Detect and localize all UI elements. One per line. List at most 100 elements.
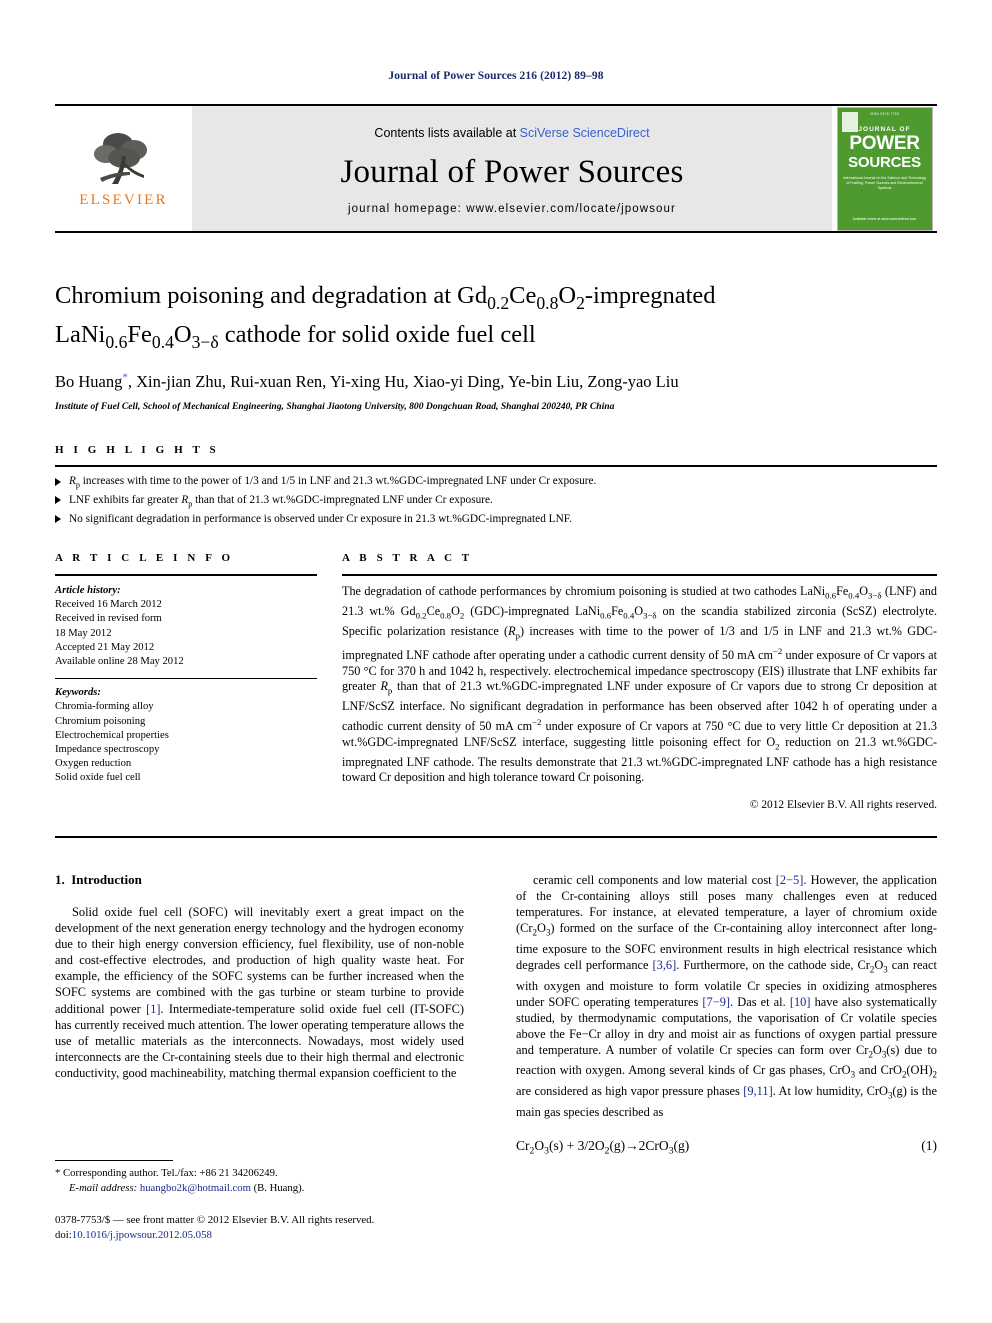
title-sub-4: 0.6 <box>105 331 128 352</box>
title-sub-6: 3−δ <box>191 331 219 352</box>
section-title: Introduction <box>71 872 142 887</box>
section-number: 1. <box>55 872 65 887</box>
keyword-item: Electrochemical properties <box>55 729 169 741</box>
keyword-item: Chromia-forming alloy <box>55 701 154 713</box>
sciencedirect-link[interactable]: SciVerse ScienceDirect <box>520 126 650 140</box>
title-line-2: LaNi0.6Fe0.4O3−δ cathode for solid oxide… <box>55 320 536 352</box>
abstract-section: A B S T R A C T The degradation of catho… <box>342 552 937 811</box>
title-seg-2: Ce <box>509 282 537 309</box>
paper-page: Journal of Power Sources 216 (2012) 89–9… <box>0 0 992 1323</box>
doi-line: doi:10.1016/j.jpowsour.2012.05.058 <box>55 1228 485 1243</box>
title-line-1: Chromium poisoning and degradation at Gd… <box>55 282 716 313</box>
title-sub-1: 0.2 <box>487 292 510 313</box>
keyword-item: Chromium poisoning <box>55 715 146 727</box>
email-link[interactable]: huangbo2k@hotmail.com <box>140 1182 251 1194</box>
doi-link[interactable]: 10.1016/j.jpowsour.2012.05.058 <box>72 1229 212 1241</box>
article-history-label: Article history: <box>55 585 121 596</box>
highlight-item: LNF exhibits far greater Rp than that of… <box>55 493 937 512</box>
doi-label: doi: <box>55 1228 72 1241</box>
title-seg-3: O <box>558 282 577 309</box>
contents-prefix: Contents lists available at <box>374 126 520 140</box>
abstract-bottom-divider <box>55 836 937 838</box>
keywords-divider <box>55 678 317 680</box>
body-left-column: 1. Introduction Solid oxide fuel cell (S… <box>55 872 464 1081</box>
article-history-item: Received in revised form <box>55 613 162 625</box>
elsevier-logo: ELSEVIER <box>55 106 192 231</box>
body-right-column: ceramic cell components and low material… <box>516 872 937 1156</box>
masthead-center: Contents lists available at SciVerse Sci… <box>192 106 832 231</box>
title-seg-4: -impregnated <box>584 282 716 309</box>
citation-link[interactable]: [2−5] <box>776 873 804 887</box>
article-history-item: Accepted 21 May 2012 <box>55 641 155 653</box>
corresponding-author-marker: * <box>122 371 128 384</box>
title-sub-3: 2 <box>576 292 585 313</box>
journal-masthead: ELSEVIER Contents lists available at Sci… <box>55 104 937 233</box>
article-history-item: 18 May 2012 <box>55 627 112 639</box>
citation-link[interactable]: [1] <box>146 1002 160 1016</box>
cover-sources-word: SOURCES <box>848 153 921 171</box>
keyword-item: Solid oxide fuel cell <box>55 772 141 784</box>
highlight-text: LNF exhibits far greater Rp than that of… <box>69 493 493 508</box>
contents-available-line: Contents lists available at SciVerse Sci… <box>374 126 649 140</box>
keywords-list: Chromia-forming alloy Chromium poisoning E… <box>55 700 317 785</box>
elsevier-tree-icon <box>87 128 160 190</box>
cover-journal-of: JOURNAL OF <box>858 125 911 133</box>
title-seg-1: Chromium poisoning and degradation at Gd <box>55 282 488 309</box>
intro-paragraph-right: ceramic cell components and low material… <box>516 873 938 1119</box>
article-title: Chromium poisoning and degradation at Gd… <box>55 280 937 358</box>
abstract-copyright: © 2012 Elsevier B.V. All rights reserved… <box>749 798 937 811</box>
title-seg-6: Fe <box>127 320 152 348</box>
article-info-section: A R T I C L E I N F O Article history: R… <box>55 552 317 786</box>
abstract-heading: A B S T R A C T <box>342 552 473 564</box>
citation-link[interactable]: [3,6] <box>653 958 677 972</box>
journal-cover-thumbnail: ISSN 0378-7753 JOURNAL OF POWER SOURCES … <box>832 106 937 231</box>
journal-homepage-line[interactable]: journal homepage: www.elsevier.com/locat… <box>348 203 676 215</box>
article-history-item: Available online 28 May 2012 <box>55 656 184 668</box>
author-names: Bo Huang*, Xin-jian Zhu, Rui-xuan Ren, Y… <box>55 371 679 392</box>
cover-power-word: POWER <box>849 132 920 154</box>
triangle-bullet-icon <box>55 515 61 523</box>
cover-footer: Available online at www.sciencedirect.co… <box>852 216 917 221</box>
highlight-text: No significant degradation in performanc… <box>69 512 572 525</box>
elsevier-wordmark: ELSEVIER <box>79 192 168 208</box>
citation-link[interactable]: [10] <box>790 995 811 1009</box>
journal-title: Journal of Power Sources <box>340 154 684 190</box>
highlight-item: Rp increases with time to the power of 1… <box>55 474 937 493</box>
title-seg-5: LaNi <box>55 320 106 348</box>
highlight-text: Rp increases with time to the power of 1… <box>69 475 597 490</box>
highlights-divider <box>55 465 937 467</box>
abstract-text: The degradation of cathode performances … <box>342 584 938 785</box>
article-info-divider <box>55 574 317 576</box>
affiliation: Institute of Fuel Cell, School of Mechan… <box>55 401 615 413</box>
cover-image: ISSN 0378-7753 JOURNAL OF POWER SOURCES … <box>836 106 933 231</box>
footnote-block: * Corresponding author. Tel./fax: +86 21… <box>55 1160 464 1195</box>
equation-number: (1) <box>921 1137 937 1153</box>
cover-issn: ISSN 0378-7753 <box>869 111 900 116</box>
footnote-divider <box>55 1160 173 1161</box>
email-suffix: (B. Huang). <box>253 1181 305 1194</box>
corresponding-author-note: * Corresponding author. Tel./fax: +86 21… <box>55 1167 278 1179</box>
title-sub-5: 0.4 <box>151 331 174 352</box>
introduction-heading: 1. Introduction <box>55 872 464 888</box>
email-note: E-mail address: huangbo2k@hotmail.com (B… <box>55 1181 464 1196</box>
highlights-section: H I G H L I G H T S Rp increases with ti… <box>55 444 937 527</box>
title-block: Chromium poisoning and degradation at Gd… <box>55 280 937 412</box>
highlight-item: No significant degradation in performanc… <box>55 512 937 528</box>
title-seg-7: O <box>173 320 192 348</box>
title-sub-2: 0.8 <box>536 292 559 313</box>
abstract-divider <box>342 574 937 576</box>
article-info-heading: A R T I C L E I N F O <box>55 552 234 564</box>
article-history-list: Received 16 March 2012 Received in revise… <box>55 598 317 669</box>
citation-link[interactable]: [7−9] <box>702 995 730 1009</box>
equation-row: Cr2O3(s) + 3/2O2(g)→2CrO3(g) (1) <box>516 1138 937 1157</box>
triangle-bullet-icon <box>55 477 61 486</box>
triangle-bullet-icon <box>55 496 61 505</box>
equation-text: Cr2O3(s) + 3/2O2(g)→2CrO3(g) <box>516 1137 690 1157</box>
imprint-front-matter: 0378-7753/$ — see front matter © 2012 El… <box>55 1214 375 1226</box>
citation-link[interactable]: [9,11] <box>743 1084 772 1098</box>
keywords-label: Keywords: <box>55 687 101 699</box>
keyword-item: Oxygen reduction <box>55 758 132 770</box>
intro-paragraph-left: Solid oxide fuel cell (SOFC) will inevit… <box>55 905 464 1080</box>
cover-subtitle: International Journal on the Science and… <box>842 175 927 190</box>
email-label: E-mail address: <box>69 1181 138 1194</box>
